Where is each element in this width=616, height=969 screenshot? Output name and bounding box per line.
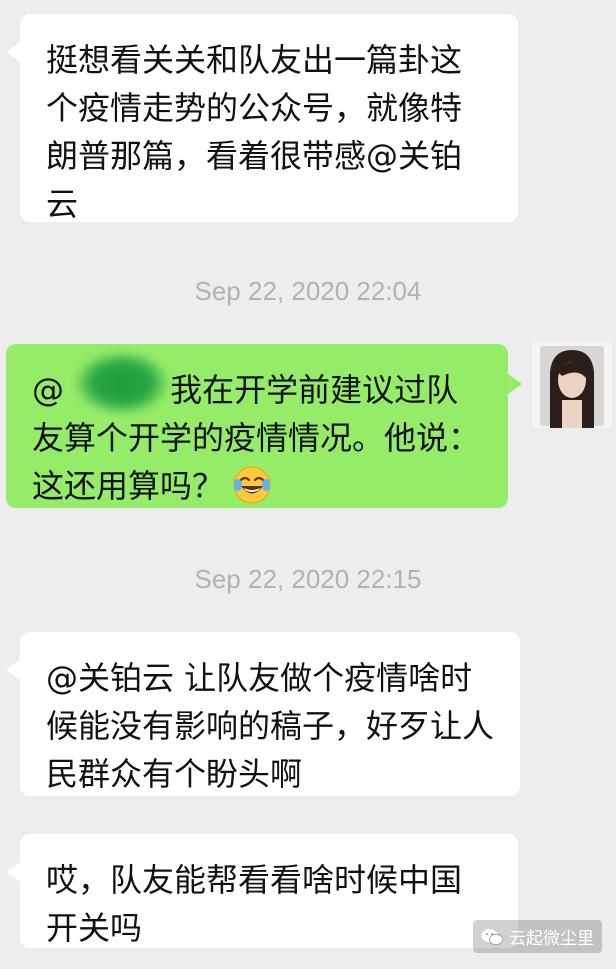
wechat-icon [481,928,503,945]
avatar[interactable] [532,342,612,428]
message-text: 哎，队友能帮看看啥时候中国开关吗 [46,861,463,947]
message-bubble-received[interactable]: 挺想看关关和队友出一篇卦这个疫情走势的公众号，就像特朗普那篇，看着很带感@关铂云 [6,14,518,223]
watermark-text: 云起微尘里 [509,929,594,949]
message-bubble-sent[interactable]: @ 我在开学前建议过队友算个开学的疫情情况。他说：这还用算吗？ [6,344,522,508]
message-text: @关铂云 让队友做个疫情啥时候能没有影响的稿子，好歹让人民群众有个盼头啊 [46,659,495,793]
message-text: 挺想看关关和队友出一篇卦这个疫情走势的公众号，就像特朗普那篇，看着很带感@关铂云 [46,41,463,223]
timestamp: Sep 22, 2020 22:04 [194,276,422,306]
message-bubble-received[interactable]: 哎，队友能帮看看啥时候中国开关吗 [6,834,518,948]
timestamp: Sep 22, 2020 22:15 [194,564,422,594]
avatar-photo [532,342,612,428]
message-bubble-received[interactable]: @关铂云 让队友做个疫情啥时候能没有影响的稿子，好歹让人民群众有个盼头啊 [6,632,520,796]
face-with-tears-of-joy-icon [233,466,271,504]
redaction-blur [76,352,168,414]
watermark: 云起微尘里 [473,920,602,953]
mention-redacted: @ [32,352,170,414]
